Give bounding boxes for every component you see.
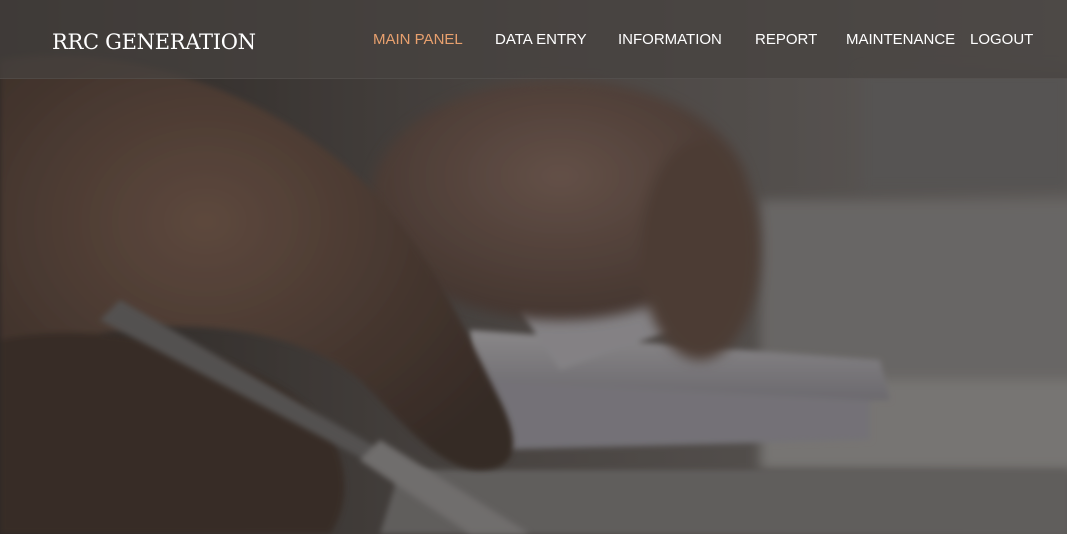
top-navbar: RRC GENERATION MAIN PANEL DATA ENTRY INF…	[0, 0, 1067, 79]
brand-title[interactable]: RRC GENERATION	[52, 30, 256, 54]
nav-report[interactable]: REPORT	[755, 31, 817, 48]
nav-main-panel[interactable]: MAIN PANEL	[373, 31, 463, 48]
hero-background-image	[0, 0, 1067, 534]
hero-background	[0, 0, 1067, 534]
nav-information[interactable]: INFORMATION	[618, 31, 722, 48]
nav-maintenance[interactable]: MAINTENANCE	[846, 31, 955, 48]
nav-logout[interactable]: LOGOUT	[970, 31, 1033, 48]
nav-data-entry[interactable]: DATA ENTRY	[495, 31, 587, 48]
